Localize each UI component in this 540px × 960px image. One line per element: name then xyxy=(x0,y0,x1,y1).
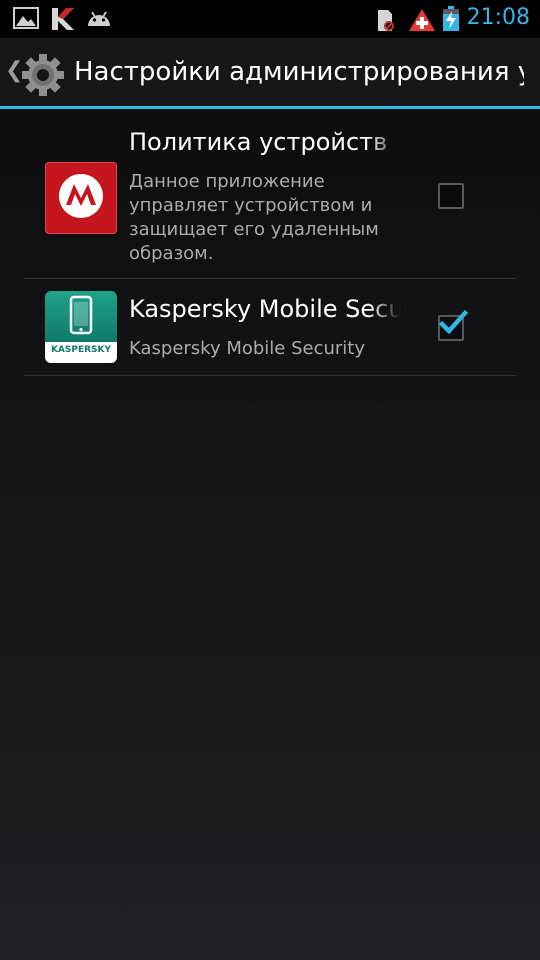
kaspersky-logo-text: KASPERSKY xyxy=(50,345,112,355)
action-bar: ❮ Настройки администрирования у... xyxy=(0,38,540,108)
list-item-title: Политика устройств xyxy=(129,128,388,156)
battery-charging-icon xyxy=(443,6,459,31)
motorola-icon xyxy=(45,162,117,234)
warning-plus-icon xyxy=(409,9,435,31)
list-item-title: Kaspersky Mobile Security xyxy=(129,295,401,323)
list-item-summary: Данное приложение управляет устройством … xyxy=(129,171,379,264)
status-bar-clock: 21:08 xyxy=(466,5,530,30)
admin-checkbox[interactable] xyxy=(438,183,464,209)
kaspersky-notification-icon xyxy=(52,8,74,30)
list-divider xyxy=(24,375,516,376)
settings-gear-icon xyxy=(20,52,66,98)
status-bar: 21:08 xyxy=(0,0,540,38)
action-bar-divider xyxy=(0,106,540,109)
android-debug-icon xyxy=(88,11,110,26)
page-title: Настройки администрирования у... xyxy=(74,57,524,87)
admin-checkbox[interactable] xyxy=(438,309,468,341)
kaspersky-mobile-security-icon: KASPERSKY xyxy=(45,291,117,363)
list-item-summary: Kaspersky Mobile Security xyxy=(129,338,366,359)
gallery-icon xyxy=(13,7,39,29)
checkmark-icon xyxy=(438,309,468,335)
sd-card-icon xyxy=(378,10,394,31)
list-item[interactable]: KASPERSKY Kaspersky Mobile Security Kasp… xyxy=(24,279,516,375)
list-item[interactable]: Политика устройств Данное приложение упр… xyxy=(24,110,516,278)
